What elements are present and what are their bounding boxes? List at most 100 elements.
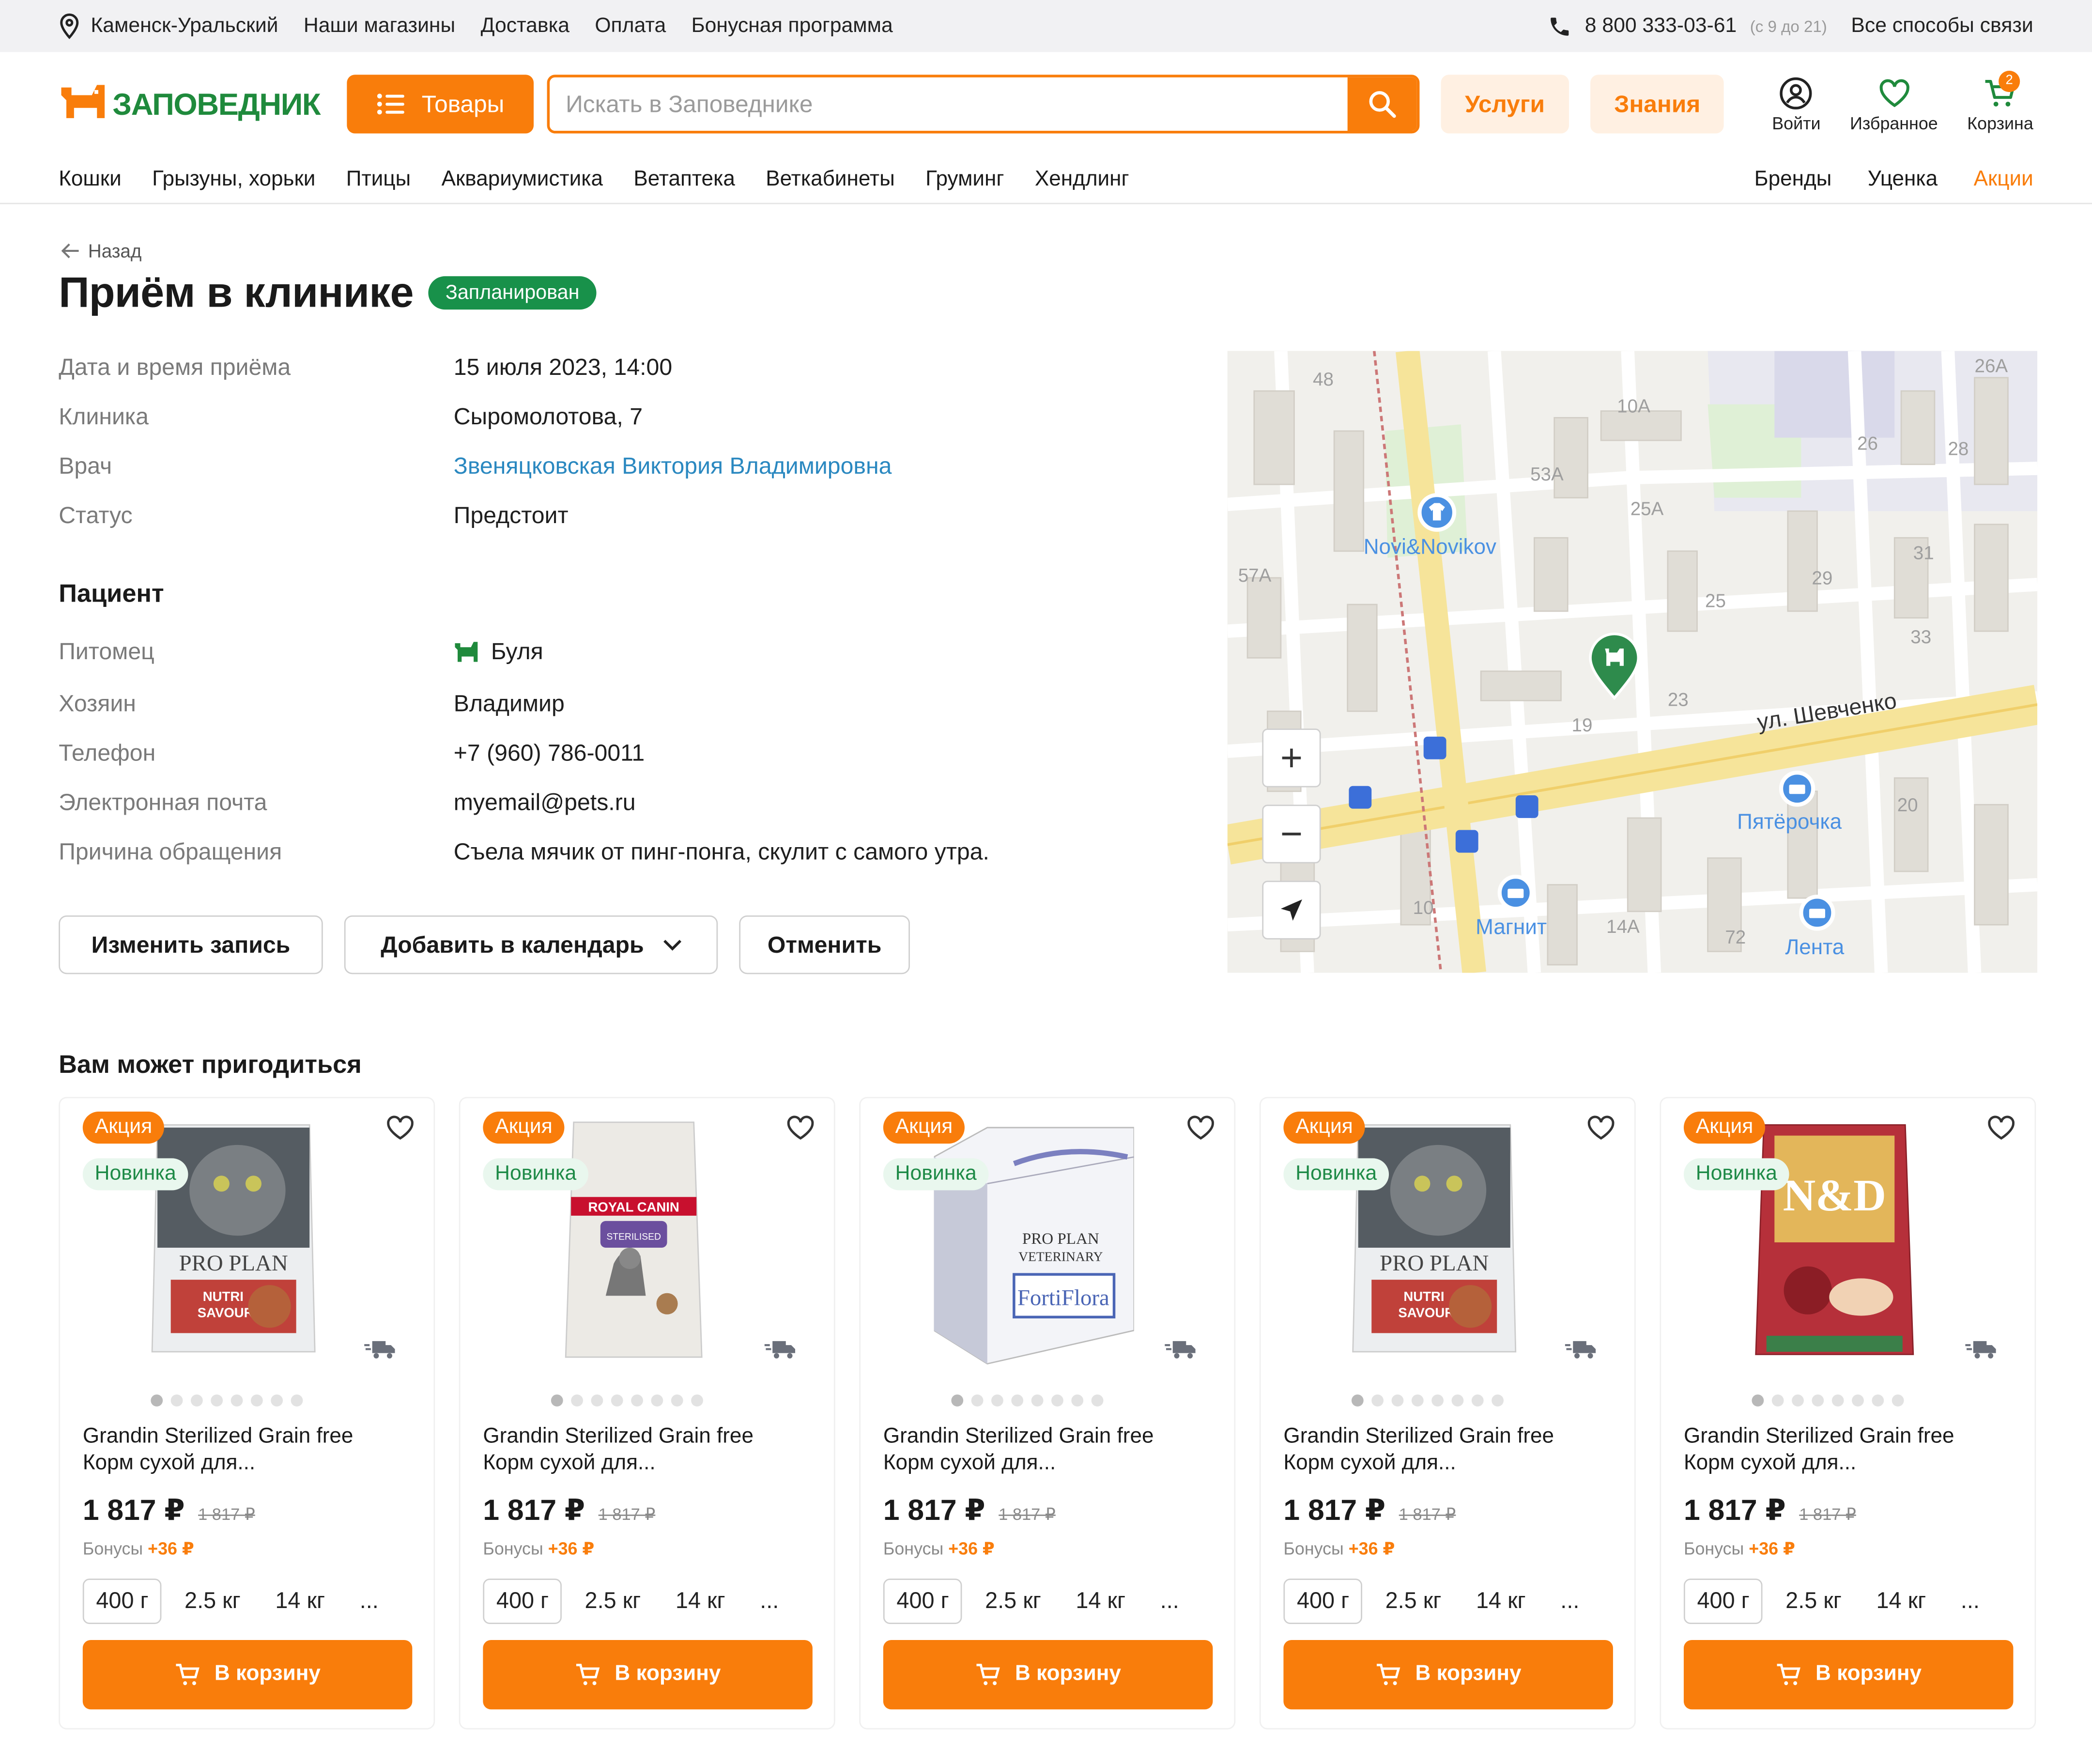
size-option[interactable]: 14 кг [263,1580,337,1623]
topbar-link-stores[interactable]: Наши магазины [304,14,455,38]
image-pagination[interactable] [1351,1394,1504,1407]
more-sizes[interactable]: ... [1549,1580,1592,1623]
favorite-heart-icon[interactable] [1186,1114,1215,1141]
product-card[interactable]: PRO PLAN NUTRI SAVOUR Акция Новинка Grandi… [1259,1097,1636,1730]
phone-link[interactable]: 8 800 333-03-61 (с 9 до 21) [1548,14,1827,38]
nav-item-cats[interactable]: Кошки [59,168,121,192]
nav-item-discount[interactable]: Уценка [1868,168,1938,192]
product-name[interactable]: Grandin Sterilized Grain free Корм сухой… [483,1424,803,1477]
category-nav: Кошки Грызуны, хорьки Птицы Аквариумисти… [0,156,2092,204]
more-sizes[interactable]: ... [1148,1580,1191,1623]
product-image[interactable]: PRO PLAN VETERINARY FortiFlora [933,1117,1135,1370]
product-card[interactable]: PRO PLAN NUTRI SAVOUR Акция Новинка Grandi… [59,1097,435,1730]
map-canvas[interactable]: 48 10A 26A 26 28 53A 25A 31 57A 29 25 33… [1227,351,2038,973]
services-button[interactable]: Услуги [1441,75,1569,134]
zoom-in-button[interactable] [1262,728,1321,788]
nav-item-grooming[interactable]: Груминг [925,168,1004,192]
topbar-link-payment[interactable]: Оплата [595,14,666,38]
my-location-button[interactable] [1262,881,1321,940]
size-option[interactable]: 400 г [82,1578,162,1624]
product-image[interactable]: PRO PLAN NUTRI SAVOUR [1334,1117,1534,1370]
product-image[interactable]: PRO PLAN NUTRI SAVOUR [134,1117,334,1370]
more-sizes[interactable]: ... [748,1580,791,1623]
detail-row-clinic: Клиника Сыромолотова, 7 [59,403,643,431]
current-price: 1 817 ₽ [82,1493,185,1527]
nav-item-sales[interactable]: Акции [1974,168,2033,192]
size-option[interactable]: 2.5 кг [172,1580,252,1623]
add-to-calendar-button[interactable]: Добавить в календарь [344,915,718,975]
size-option[interactable]: 400 г [1683,1578,1763,1624]
add-to-cart-button[interactable]: В корзину [82,1640,413,1710]
product-card[interactable]: PRO PLAN VETERINARY FortiFlora Акция Новин… [859,1097,1236,1730]
product-image[interactable]: ROYAL CANIN STERILISED [534,1117,734,1370]
product-image[interactable]: N&D [1735,1117,1935,1370]
size-option[interactable]: 400 г [483,1578,562,1624]
cart-button[interactable]: 2 Корзина [1967,70,2033,133]
edit-appointment-button[interactable]: Изменить запись [59,915,323,975]
city-selector[interactable]: Каменск-Уральский [59,13,278,39]
favorite-heart-icon[interactable] [786,1114,815,1141]
product-name[interactable]: Grandin Sterilized Grain free Корм сухой… [1684,1424,2004,1477]
nav-item-vet-clinics[interactable]: Веткабинеты [766,168,895,192]
detail-row-datetime: Дата и время приёма 15 июля 2023, 14:00 [59,354,672,382]
logo[interactable]: ЗАПОВЕДНИК [59,79,321,130]
doctor-link[interactable]: Звеняцковская Виктория Владимировна [454,452,892,480]
nav-item-brands[interactable]: Бренды [1754,168,1832,192]
topbar-link-bonus[interactable]: Бонусная программа [692,14,893,38]
favorite-heart-icon[interactable] [385,1114,415,1141]
search-button[interactable] [1347,77,1417,131]
size-option[interactable]: 2.5 кг [973,1580,1053,1623]
clinic-map[interactable]: 48 10A 26A 26 28 53A 25A 31 57A 29 25 33… [1227,351,2038,973]
add-to-cart-button[interactable]: В корзину [883,1640,1213,1710]
product-name[interactable]: Grandin Sterilized Grain free Корм сухой… [83,1424,403,1477]
knowledge-button[interactable]: Знания [1590,75,1724,134]
favorite-heart-icon[interactable] [1586,1114,1616,1141]
product-name[interactable]: Grandin Sterilized Grain free Корм сухой… [1283,1424,1603,1477]
size-option[interactable]: 400 г [1283,1578,1363,1624]
size-option[interactable]: 14 кг [1464,1580,1538,1623]
more-sizes[interactable]: ... [1949,1580,1992,1623]
catalog-button[interactable]: Товары [347,75,534,134]
nav-item-vet-pharmacy[interactable]: Ветаптека [633,168,735,192]
size-option[interactable]: 14 кг [663,1580,737,1623]
cancel-appointment-button[interactable]: Отменить [739,915,910,975]
favorites-button[interactable]: Избранное [1850,76,1938,133]
size-option[interactable]: 2.5 кг [573,1580,653,1623]
add-to-cart-button[interactable]: В корзину [483,1640,813,1710]
zoom-out-button[interactable] [1262,805,1321,864]
product-card[interactable]: ROYAL CANIN STERILISED Акция Новинка Gran… [459,1097,835,1730]
nav-item-handling[interactable]: Хендлинг [1035,168,1129,192]
search-input[interactable] [550,90,1348,118]
image-pagination[interactable] [1752,1394,1904,1407]
size-option[interactable]: 14 кг [1064,1580,1138,1623]
phone-number[interactable]: 8 800 333-03-61 [1585,14,1737,38]
add-to-cart-label: В корзину [1415,1662,1522,1686]
nav-item-aquarium[interactable]: Аквариумистика [442,168,603,192]
login-button[interactable]: Войти [1772,76,1821,133]
favorite-heart-icon[interactable] [1986,1114,2016,1141]
city-name[interactable]: Каменск-Уральский [91,14,278,38]
bonus-info: Бонусы +36 ₽ [1283,1539,1395,1560]
image-pagination[interactable] [551,1394,703,1407]
more-sizes[interactable]: ... [348,1580,391,1623]
size-option[interactable]: 14 кг [1864,1580,1938,1623]
size-option[interactable]: 400 г [883,1578,963,1624]
product-photo: ROYAL CANIN STERILISED [565,1121,703,1358]
size-option[interactable]: 2.5 кг [1373,1580,1453,1623]
product-name[interactable]: Grandin Sterilized Grain free Корм сухой… [883,1424,1203,1477]
image-pagination[interactable] [951,1394,1104,1407]
topbar-link-delivery[interactable]: Доставка [481,14,569,38]
size-option[interactable]: 2.5 кг [1773,1580,1853,1623]
cart-icon [976,1664,1000,1686]
nav-item-birds[interactable]: Птицы [346,168,411,192]
bonus-info: Бонусы +36 ₽ [883,1539,995,1560]
pet-name: Буля [491,637,543,665]
product-card[interactable]: N&D Акция Новинка Grandin Sterilized Gra… [1660,1097,2036,1730]
image-pagination[interactable] [151,1394,303,1407]
contacts-link[interactable]: Все способы связи [1851,14,2033,38]
back-link[interactable]: Назад [61,240,142,262]
add-to-cart-button[interactable]: В корзину [1283,1640,1613,1710]
add-to-cart-button[interactable]: В корзину [1683,1640,2014,1710]
search-icon [1369,91,1396,118]
nav-item-rodents[interactable]: Грызуны, хорьки [152,168,315,192]
